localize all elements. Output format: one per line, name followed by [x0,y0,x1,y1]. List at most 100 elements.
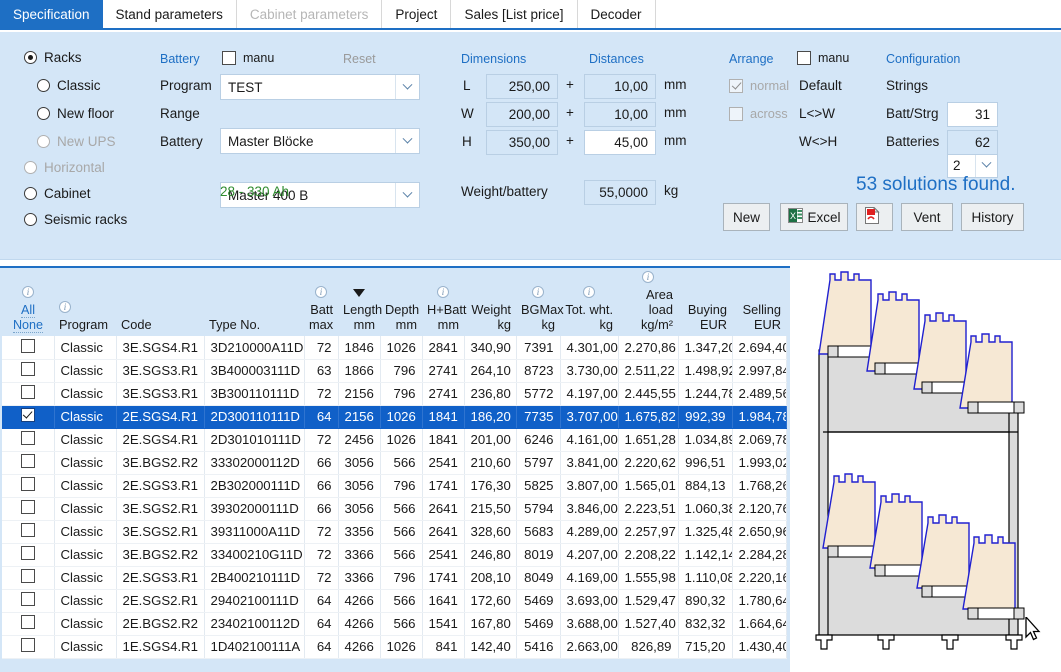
header-batt-max[interactable]: i Batt max [304,268,338,336]
table-row[interactable]: Classic 3E.BGS2.R2 33302000112D 66 3056 566 25… [2,451,787,475]
arrange-wh-label[interactable]: W<>H [799,134,837,149]
tab-specification[interactable]: Specification [0,0,103,28]
header-depth[interactable]: Depth mm [380,268,422,336]
checkbox-arrange-manu[interactable]: manu [797,51,849,65]
header-selling[interactable]: Selling EUR [732,268,786,336]
row-select-cell[interactable] [2,520,55,544]
table-row[interactable]: Classic 3E.SGS4.R1 3D210000A11D 72 1846 1026 2… [2,336,787,360]
row-checkbox[interactable] [20,569,35,583]
select-all-link[interactable]: All [21,303,35,318]
history-button[interactable]: History [961,203,1024,231]
row-select-cell[interactable] [2,428,55,452]
row-checkbox[interactable] [20,546,35,560]
select-none-link[interactable]: None [12,318,44,333]
header-program[interactable]: i Program [54,268,116,336]
row-checkbox[interactable] [20,338,35,353]
row-select-cell[interactable] [2,635,55,659]
tab-decoder[interactable]: Decoder [577,0,656,28]
reset-link[interactable]: Reset [343,52,376,66]
tab-project[interactable]: Project [382,0,452,28]
row-select-cell[interactable] [2,589,55,613]
batt-per-string-value[interactable]: 31 [947,102,998,127]
row-select-cell[interactable] [2,566,55,590]
tab-sales[interactable]: Sales [List price] [451,0,578,28]
table-row[interactable]: Classic 3E.BGS2.R2 33400210G11D 72 3366 566 25… [2,543,787,567]
radio-new-floor[interactable]: New floor [37,106,114,121]
table-row[interactable]: Classic 2E.SGS4.R1 2D300110111D 64 2156 1026 1… [2,405,787,429]
row-select-cell[interactable] [2,336,55,360]
arrange-default-label[interactable]: Default [799,78,842,93]
header-total-weight[interactable]: i Tot. wht. kg [560,268,618,336]
info-icon[interactable]: i [583,286,595,298]
row-checkbox[interactable] [20,638,35,652]
header-buying[interactable]: Buying EUR [678,268,732,336]
cell-code: 3E.BGS2.R2 [116,451,205,475]
dimension-l-size[interactable]: 250,00 [486,74,558,99]
row-checkbox[interactable] [20,385,35,399]
table-row[interactable]: Classic 3E.SGS2.R1 39311000A11D 72 3356 566 26… [2,520,787,544]
row-checkbox[interactable] [20,408,35,422]
distance-h[interactable]: 45,00 [584,130,656,155]
row-checkbox[interactable] [20,477,35,491]
distance-l[interactable]: 10,00 [584,74,656,99]
row-select-cell[interactable] [2,359,55,383]
info-icon[interactable]: i [22,286,34,298]
vent-button[interactable]: Vent [901,203,953,231]
range-combo[interactable]: Master Blöcke [220,128,420,154]
row-select-cell[interactable] [2,612,55,636]
battery-base [967,401,1025,414]
new-button[interactable]: New [723,203,770,231]
excel-button[interactable]: X Excel [780,203,848,231]
arrange-lw-label[interactable]: L<>W [799,106,835,121]
solutions-table-panel[interactable]: i All None i Program Code Type No. i Bat… [0,266,790,672]
header-code[interactable]: Code [116,268,204,336]
header-select-all-none[interactable]: i All None [2,268,54,336]
table-row[interactable]: Classic 3E.SGS3.R1 3B400003111D 63 1866 796 27… [2,359,787,383]
radio-classic[interactable]: Classic [37,78,101,93]
header-bgmax[interactable]: i BGMax kg [516,268,564,336]
header-type-no[interactable]: Type No. [204,268,304,336]
info-icon[interactable]: i [59,301,71,313]
row-checkbox[interactable] [20,362,35,376]
table-row[interactable]: Classic 1E.SGS4.R1 1D402100111A 64 4266 1026 8… [2,635,787,659]
row-select-cell[interactable] [2,497,55,521]
row-checkbox[interactable] [20,500,35,514]
header-weight[interactable]: Weight kg [464,268,516,336]
row-checkbox[interactable] [20,615,35,629]
arrange-title: Arrange [729,52,774,66]
row-select-cell[interactable] [2,405,55,429]
table-row[interactable]: Classic 2E.SGS3.R1 2B400210111D 72 3366 796 17… [2,566,787,590]
radio-seismic-racks[interactable]: Seismic racks [24,212,127,227]
table-row[interactable]: Classic 2E.SGS2.R1 29402100111D 64 4266 566 16… [2,589,787,613]
radio-racks[interactable]: Racks [24,50,82,65]
program-combo[interactable]: TEST [220,74,420,100]
pdf-button[interactable] [856,203,893,231]
info-icon[interactable]: i [315,286,327,298]
table-row[interactable]: Classic 2E.SGS4.R1 2D301010111D 72 2456 1026 1… [2,428,787,452]
table-row[interactable]: Classic 3E.SGS3.R1 3B300110111D 72 2156 796 27… [2,382,787,406]
header-h-plus-batt[interactable]: i H+Batt mm [422,268,466,336]
dimension-h-size[interactable]: 350,00 [486,130,558,155]
row-select-cell[interactable] [2,474,55,498]
info-icon[interactable]: i [532,286,544,298]
table-row[interactable]: Classic 2E.BGS2.R2 23402100112D 64 4266 566 15… [2,612,787,636]
tab-stand-parameters[interactable]: Stand parameters [102,0,237,28]
header-area-load[interactable]: i Area load kg/m² [618,268,678,336]
row-select-cell[interactable] [2,451,55,475]
row-checkbox[interactable] [20,454,35,468]
row-select-cell[interactable] [2,543,55,567]
distance-w[interactable]: 10,00 [584,102,656,127]
row-checkbox[interactable] [20,592,35,606]
weight-per-battery-value[interactable]: 55,0000 [584,180,656,205]
radio-cabinet[interactable]: Cabinet [24,186,91,201]
row-checkbox[interactable] [20,431,35,445]
info-icon[interactable]: i [642,271,654,283]
info-icon[interactable]: i [437,286,449,298]
header-length[interactable]: Length mm [338,268,382,336]
dimension-w-size[interactable]: 200,00 [486,102,558,127]
row-select-cell[interactable] [2,382,55,406]
table-row[interactable]: Classic 3E.SGS2.R1 39302000111D 66 3056 566 26… [2,497,787,521]
row-checkbox[interactable] [20,523,35,537]
checkbox-battery-manu[interactable]: manu [222,51,274,65]
table-row[interactable]: Classic 2E.SGS3.R1 2B302000111D 66 3056 796 17… [2,474,787,498]
